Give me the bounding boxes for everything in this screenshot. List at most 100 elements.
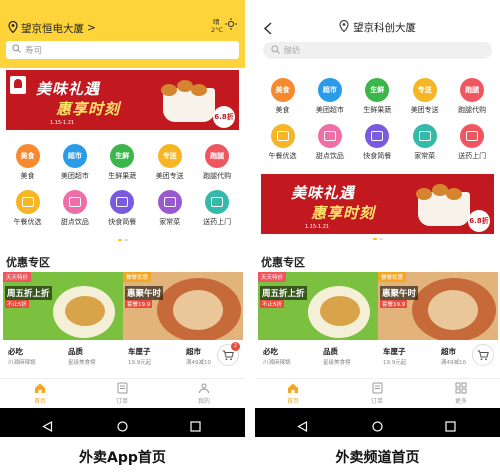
- tab-home[interactable]: 首页: [20, 382, 60, 405]
- card-subtitle: 19.9元起: [383, 360, 407, 366]
- category-item[interactable]: 甜点饮品: [306, 124, 353, 161]
- banner-dates: 1.15-1.21: [50, 120, 75, 126]
- feature-card[interactable]: 超市 满49减10: [186, 346, 211, 366]
- category-grid: 美食 美食 超市 美团超市 生鲜 生鲜果蔬 专送 美团专送 跑腿 跑腿代购 午餐优选 甜点饮品 快食简餐…: [259, 78, 496, 170]
- promo-card-right[interactable]: 餐餐优惠 惠聚午时 套餐19.9: [123, 272, 243, 340]
- chicken-image: [161, 84, 177, 96]
- category-item[interactable]: 超市 美团超市: [306, 78, 353, 115]
- card-subtitle: 川湘麻辣锅: [263, 360, 291, 366]
- location-selector[interactable]: 望京恒电大厦 >: [8, 20, 96, 36]
- card-title: 超市: [441, 347, 456, 356]
- feature-card[interactable]: 车厘子 19.9元起: [128, 346, 151, 366]
- card-title: 品质: [68, 347, 83, 356]
- category-item[interactable]: 甜点饮品: [51, 190, 98, 227]
- fastfood-icon: [110, 190, 135, 214]
- tab-orders[interactable]: 订单: [102, 382, 142, 405]
- feature-card[interactable]: 超市 满49减10: [441, 346, 466, 366]
- card-title: 品质: [323, 347, 338, 356]
- chevron-right-icon: >: [87, 22, 96, 34]
- home-icon: [34, 382, 46, 396]
- promo-subtitle: 套餐19.9: [380, 300, 408, 308]
- kfc-logo: [10, 76, 26, 94]
- caption-left: 外卖App首页: [79, 450, 166, 466]
- back-nav-icon[interactable]: [42, 417, 53, 436]
- card-subtitle: 19.9元起: [128, 360, 152, 366]
- category-item[interactable]: 送药上门: [194, 190, 241, 227]
- order-icon: [372, 382, 383, 396]
- promo-banner[interactable]: 美味礼遇 惠享时刻 1.15-1.21 6.8折: [261, 174, 494, 234]
- category-item[interactable]: 午餐优选: [259, 124, 306, 161]
- feature-card[interactable]: 品质 星级美食榜: [68, 346, 96, 366]
- category-item[interactable]: 超市 美团超市: [51, 144, 98, 181]
- card-title: 必吃: [263, 347, 278, 356]
- promo-card-right[interactable]: 餐餐优惠 惠聚午时 套餐19.9: [378, 272, 498, 340]
- category-item[interactable]: 快食简餐: [354, 124, 401, 161]
- search-icon: [271, 45, 280, 56]
- category-label: 美团专送: [155, 172, 184, 180]
- tab-bar: 首页 订单 我的: [0, 378, 245, 408]
- promo-banner[interactable]: 美味礼遇 惠享时刻 1.15-1.21 6.8折: [6, 70, 239, 130]
- card-subtitle: 川湘麻辣锅: [8, 360, 36, 366]
- page-indicator: [113, 239, 133, 243]
- tab-profile[interactable]: 我的: [184, 382, 224, 405]
- category-item[interactable]: 生鲜 生鲜果蔬: [354, 78, 401, 115]
- location-selector[interactable]: 望京科创大厦: [255, 19, 500, 35]
- card-title: 超市: [186, 347, 201, 356]
- category-label: 甜点饮品: [60, 218, 89, 226]
- cart-button[interactable]: [472, 344, 494, 366]
- feature-cards: 必吃 川湘麻辣锅 品质 星级美食榜 车厘子 19.9元起 超市 满49减10: [255, 346, 500, 374]
- tab-label: 首页: [33, 398, 46, 405]
- discount-badge: 6.8折: [468, 210, 490, 232]
- home-nav-icon[interactable]: [117, 417, 128, 436]
- promo-subtitle: 套餐19.9: [125, 300, 153, 308]
- cart-button[interactable]: 2: [217, 342, 240, 366]
- category-item[interactable]: 美食 美食: [4, 144, 51, 181]
- supermarket-icon: 超市: [317, 78, 342, 102]
- category-item[interactable]: 家常菜: [146, 190, 193, 227]
- category-item[interactable]: 专送 美团专送: [401, 78, 448, 115]
- feature-card[interactable]: 车厘子 19.9元起: [383, 346, 406, 366]
- profile-icon: [198, 382, 210, 396]
- recents-nav-icon[interactable]: [445, 417, 456, 436]
- category-item[interactable]: 美食 美食: [259, 78, 306, 115]
- category-label: 美团超市: [315, 106, 344, 114]
- promo-card-left[interactable]: 天天特价 周五折上折 不止5折: [3, 272, 123, 340]
- system-nav-bar: [255, 408, 500, 437]
- channel-home-screen: 望京科创大厦 酸奶 美食 美食 超市 美团超市 生鲜 生鲜果蔬 专送 美团专送 跑腿 跑腿代购 午餐…: [255, 0, 500, 437]
- category-item[interactable]: 送药上门: [449, 124, 496, 161]
- promo-subtitle: 不止5折: [260, 300, 284, 308]
- category-item[interactable]: 家常菜: [401, 124, 448, 161]
- category-label: 送药上门: [458, 152, 487, 160]
- category-item[interactable]: 专送 美团专送: [146, 144, 193, 181]
- category-label: 午餐优选: [13, 218, 42, 226]
- card-subtitle: 满49减10: [441, 360, 466, 366]
- category-label: 美食: [275, 106, 290, 114]
- recents-nav-icon[interactable]: [190, 417, 201, 436]
- tab-label: 我的: [197, 398, 210, 405]
- category-item[interactable]: 跑腿 跑腿代购: [194, 144, 241, 181]
- search-input[interactable]: 酸奶: [263, 42, 492, 59]
- category-item[interactable]: 快食简餐: [99, 190, 146, 227]
- medicine-icon: [460, 124, 485, 148]
- chicken-image: [191, 84, 207, 96]
- system-nav-bar: [0, 408, 245, 437]
- weather-widget[interactable]: 晴 2°C: [211, 18, 237, 40]
- tab-more[interactable]: 更多: [441, 382, 481, 405]
- feature-card[interactable]: 必吃 川湘麻辣锅: [8, 346, 36, 366]
- promo-card-left[interactable]: 天天特价 周五折上折 不止5折: [258, 272, 378, 340]
- category-item[interactable]: 跑腿 跑腿代购: [449, 78, 496, 115]
- food-image: [65, 296, 105, 326]
- feature-card[interactable]: 必吃 川湘麻辣锅: [263, 346, 291, 366]
- tab-home[interactable]: 首页: [273, 382, 313, 405]
- tab-label: 首页: [286, 398, 299, 405]
- category-item[interactable]: 午餐优选: [4, 190, 51, 227]
- category-item[interactable]: 生鲜 生鲜果蔬: [99, 144, 146, 181]
- search-input[interactable]: 寿司: [6, 41, 239, 59]
- promo-tag: 餐餐优惠: [123, 272, 152, 282]
- feature-card[interactable]: 品质 星级美食榜: [323, 346, 351, 366]
- category-label: 家常菜: [414, 152, 436, 160]
- back-arrow-icon[interactable]: [263, 20, 273, 39]
- tab-orders[interactable]: 订单: [357, 382, 397, 405]
- home-nav-icon[interactable]: [372, 417, 383, 436]
- back-nav-icon[interactable]: [297, 417, 308, 436]
